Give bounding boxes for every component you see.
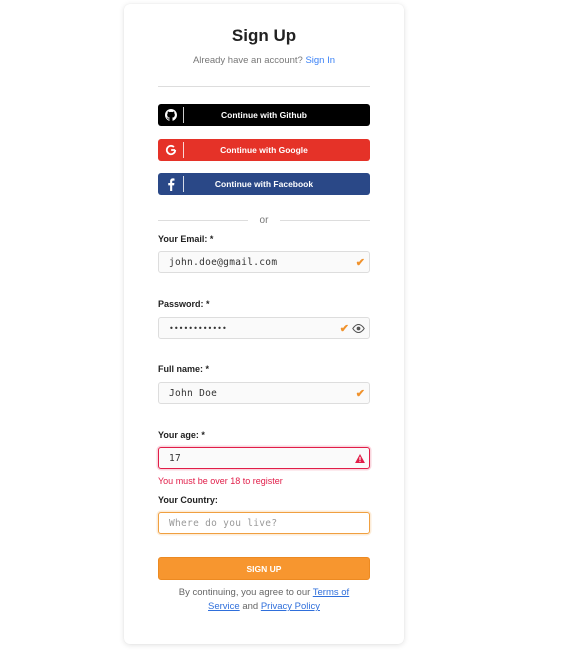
google-button[interactable]: Continue with Google — [158, 139, 370, 161]
age-error-message: You must be over 18 to register — [158, 476, 283, 486]
github-button[interactable]: Continue with Github — [158, 104, 370, 126]
password-field-wrapper: ✔ — [158, 317, 370, 339]
country-input[interactable] — [159, 517, 369, 529]
github-icon — [158, 104, 184, 126]
check-icon: ✔ — [355, 387, 365, 400]
password-label: Password: * — [158, 299, 210, 309]
terms-notice: By continuing, you agree to our Terms of… — [168, 586, 360, 614]
facebook-button-label: Continue with Facebook — [214, 179, 314, 189]
fullname-field-wrapper: ✔ — [158, 382, 370, 404]
password-input[interactable] — [159, 323, 340, 333]
facebook-button[interactable]: Continue with Facebook — [158, 173, 370, 195]
google-button-label: Continue with Google — [220, 145, 308, 155]
or-divider: or — [158, 215, 370, 226]
privacy-policy-link[interactable]: Privacy Policy — [261, 601, 320, 612]
warning-icon — [355, 453, 365, 463]
terms-and: and — [242, 601, 259, 612]
fullname-input[interactable] — [159, 387, 356, 399]
page-title: Sign Up — [231, 26, 297, 45]
github-button-label: Continue with Github — [221, 110, 307, 120]
check-icon: ✔ — [355, 256, 365, 269]
check-icon: ✔ — [339, 322, 349, 335]
terms-prefix: By continuing, you agree to our — [178, 587, 311, 598]
signin-prompt: Already have an account? Sign In — [124, 55, 404, 66]
fullname-label: Full name: * — [158, 364, 210, 374]
signin-link[interactable]: Sign In — [305, 55, 335, 66]
country-label: Your Country: — [158, 495, 218, 505]
age-field-wrapper — [158, 447, 370, 469]
or-text: or — [259, 215, 269, 226]
age-label: Your age: * — [158, 430, 205, 440]
email-field-wrapper: ✔ — [158, 251, 370, 273]
divider — [158, 86, 370, 87]
eye-icon[interactable] — [352, 323, 365, 333]
facebook-icon — [158, 173, 184, 195]
country-field-wrapper — [158, 512, 370, 534]
signup-button[interactable]: SIGN UP — [158, 557, 370, 580]
signin-prompt-text: Already have an account? — [192, 55, 303, 66]
signup-card: Sign Up Already have an account? Sign In… — [124, 4, 404, 644]
or-line-left — [158, 220, 248, 221]
email-label: Your Email: * — [158, 234, 214, 244]
or-line-right — [280, 220, 370, 221]
email-input[interactable] — [159, 256, 356, 268]
google-icon — [158, 139, 184, 161]
age-input[interactable] — [159, 452, 355, 464]
